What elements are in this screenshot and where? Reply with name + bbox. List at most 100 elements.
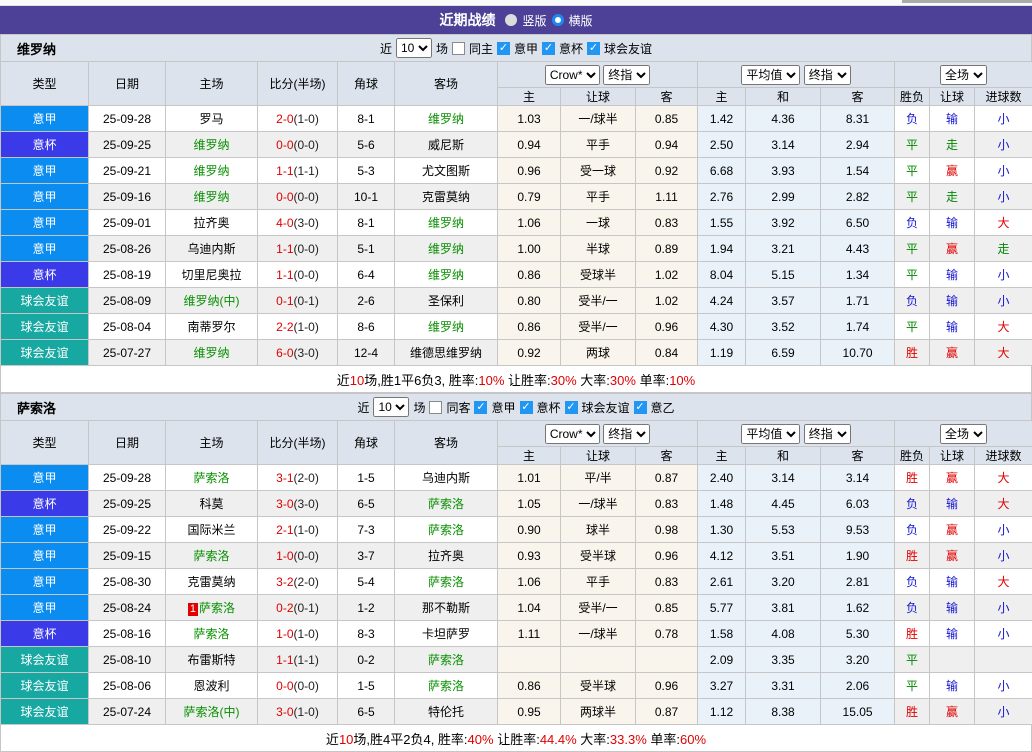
odds-time-select[interactable]: 终指 xyxy=(603,65,650,85)
match-date: 25-08-30 xyxy=(89,569,166,595)
result-handicap: 走 xyxy=(930,184,975,210)
record-summary: 近10场,胜4平2负4, 胜率:40% 让胜率:44.4% 大率:33.3% 单… xyxy=(0,725,1032,752)
avg-draw-odds: 3.31 xyxy=(746,673,821,699)
match-row: 意甲 25-09-28 萨索洛 3-1(2-0) 1-5 乌迪内斯 1.01 平… xyxy=(1,465,1032,491)
checked-checkbox[interactable]: ✓ xyxy=(634,401,647,414)
scrollbar-thumb[interactable] xyxy=(902,0,1032,3)
odds-home: 0.92 xyxy=(498,340,561,366)
checked-checkbox[interactable]: ✓ xyxy=(497,42,510,55)
match-row: 意甲 25-08-30 克雷莫纳 3-2(2-0) 5-4 萨索洛 1.06 平… xyxy=(1,569,1032,595)
games-count-select[interactable]: 10 xyxy=(373,397,409,417)
checked-checkbox[interactable]: ✓ xyxy=(474,401,487,414)
match-date: 25-07-24 xyxy=(89,699,166,725)
odds-home: 1.01 xyxy=(498,465,561,491)
results-sections: 维罗纳 近 10 场 同主 ✓意甲✓意杯✓球会友谊 类型 日期 主场 比分(半场… xyxy=(0,34,1032,752)
horizontal-layout-label[interactable]: 横版 xyxy=(569,12,593,29)
same-venue-label[interactable]: 同客 xyxy=(446,399,470,416)
corner-score: 2-6 xyxy=(338,288,395,314)
odds-time-select[interactable]: 终指 xyxy=(603,424,650,444)
summary-segment: 近 xyxy=(337,373,350,388)
result-goals: 小 xyxy=(975,673,1032,699)
sub-col-header: 主 xyxy=(498,88,561,106)
league-filter-label[interactable]: 意甲 xyxy=(491,399,515,416)
sub-col-header: 和 xyxy=(746,447,821,465)
avg-away-odds: 1.71 xyxy=(821,288,895,314)
recent-label: 近 xyxy=(380,40,392,57)
col-header-score: 比分(半场) xyxy=(258,421,338,465)
odds-away: 0.94 xyxy=(636,132,698,158)
odds-handicap xyxy=(561,647,636,673)
same-venue-label[interactable]: 同主 xyxy=(469,40,493,57)
checked-checkbox[interactable]: ✓ xyxy=(587,42,600,55)
league-filter-label[interactable]: 意杯 xyxy=(537,399,561,416)
match-date: 25-08-10 xyxy=(89,647,166,673)
result-handicap: 赢 xyxy=(930,236,975,262)
league-filter-label[interactable]: 球会友谊 xyxy=(582,399,630,416)
summary-segment: 让胜率: xyxy=(504,373,550,388)
result-outcome: 平 xyxy=(895,673,930,699)
avg-home-odds: 1.55 xyxy=(698,210,746,236)
home-team: 切里尼奥拉 xyxy=(166,262,258,288)
home-team: 维罗纳 xyxy=(166,184,258,210)
avg-away-odds: 2.94 xyxy=(821,132,895,158)
corner-score: 10-1 xyxy=(338,184,395,210)
league-badge: 球会友谊 xyxy=(1,314,89,340)
result-outcome: 平 xyxy=(895,314,930,340)
league-filter-label[interactable]: 球会友谊 xyxy=(604,40,652,57)
checked-checkbox[interactable]: ✓ xyxy=(520,401,533,414)
vertical-layout-radio[interactable] xyxy=(505,14,517,26)
avg-draw-odds: 3.92 xyxy=(746,210,821,236)
away-team: 维罗纳 xyxy=(395,210,498,236)
match-date: 25-09-22 xyxy=(89,517,166,543)
avg-away-odds: 4.43 xyxy=(821,236,895,262)
games-count-select[interactable]: 10 xyxy=(396,38,432,58)
match-scope-select[interactable]: 全场 xyxy=(940,424,987,444)
avg-odds-select[interactable]: 平均值 xyxy=(741,65,800,85)
avg-away-odds: 15.05 xyxy=(821,699,895,725)
result-handicap: 输 xyxy=(930,262,975,288)
result-handicap: 赢 xyxy=(930,465,975,491)
odds-handicap: 受半/一 xyxy=(561,595,636,621)
home-team: 南蒂罗尔 xyxy=(166,314,258,340)
odds-company-select[interactable]: Crow* xyxy=(545,65,600,85)
match-row: 意甲 25-09-16 维罗纳 0-0(0-0) 10-1 克雷莫纳 0.79 … xyxy=(1,184,1032,210)
result-outcome: 胜 xyxy=(895,699,930,725)
horizontal-layout-radio[interactable] xyxy=(552,14,564,26)
match-row: 意杯 25-09-25 维罗纳 0-0(0-0) 5-6 威尼斯 0.94 平手… xyxy=(1,132,1032,158)
unchecked-checkbox[interactable] xyxy=(452,42,465,55)
checked-checkbox[interactable]: ✓ xyxy=(565,401,578,414)
summary-segment: 10% xyxy=(669,373,695,388)
match-score: 3-2(2-0) xyxy=(258,569,338,595)
sub-col-header: 让球 xyxy=(930,88,975,106)
league-filter-label[interactable]: 意甲 xyxy=(514,40,538,57)
avg-odds-select[interactable]: 平均值 xyxy=(741,424,800,444)
match-row: 意甲 25-09-21 维罗纳 1-1(1-1) 5-3 尤文图斯 0.96 受… xyxy=(1,158,1032,184)
league-filter-label[interactable]: 意乙 xyxy=(651,399,675,416)
avg-home-odds: 2.40 xyxy=(698,465,746,491)
avg-draw-odds: 3.21 xyxy=(746,236,821,262)
match-score: 4-0(3-0) xyxy=(258,210,338,236)
avg-home-odds: 2.50 xyxy=(698,132,746,158)
odds-away: 1.11 xyxy=(636,184,698,210)
odds-handicap: 受半/一 xyxy=(561,288,636,314)
odds-away: 0.84 xyxy=(636,340,698,366)
col-header-away: 客场 xyxy=(395,62,498,106)
avg-home-odds: 6.68 xyxy=(698,158,746,184)
match-scope-select[interactable]: 全场 xyxy=(940,65,987,85)
checked-checkbox[interactable]: ✓ xyxy=(542,42,555,55)
match-row: 意甲 25-08-24 1萨索洛 0-2(0-1) 1-2 那不勒斯 1.04 … xyxy=(1,595,1032,621)
result-goals: 大 xyxy=(975,210,1032,236)
summary-segment: 场,胜1平6负3, 胜率: xyxy=(364,373,478,388)
avg-time-select[interactable]: 终指 xyxy=(804,65,851,85)
avg-time-select[interactable]: 终指 xyxy=(804,424,851,444)
odds-company-select[interactable]: Crow* xyxy=(545,424,600,444)
league-filter-label[interactable]: 意杯 xyxy=(559,40,583,57)
vertical-layout-label[interactable]: 竖版 xyxy=(522,12,546,29)
unchecked-checkbox[interactable] xyxy=(429,401,442,414)
match-row: 意甲 25-09-01 拉齐奥 4-0(3-0) 8-1 维罗纳 1.06 一球… xyxy=(1,210,1032,236)
match-score: 3-0(3-0) xyxy=(258,491,338,517)
match-date: 25-08-24 xyxy=(89,595,166,621)
record-summary: 近10场,胜1平6负3, 胜率:10% 让胜率:30% 大率:30% 单率:10… xyxy=(0,366,1032,393)
result-outcome: 负 xyxy=(895,106,930,132)
match-score: 1-0(0-0) xyxy=(258,543,338,569)
